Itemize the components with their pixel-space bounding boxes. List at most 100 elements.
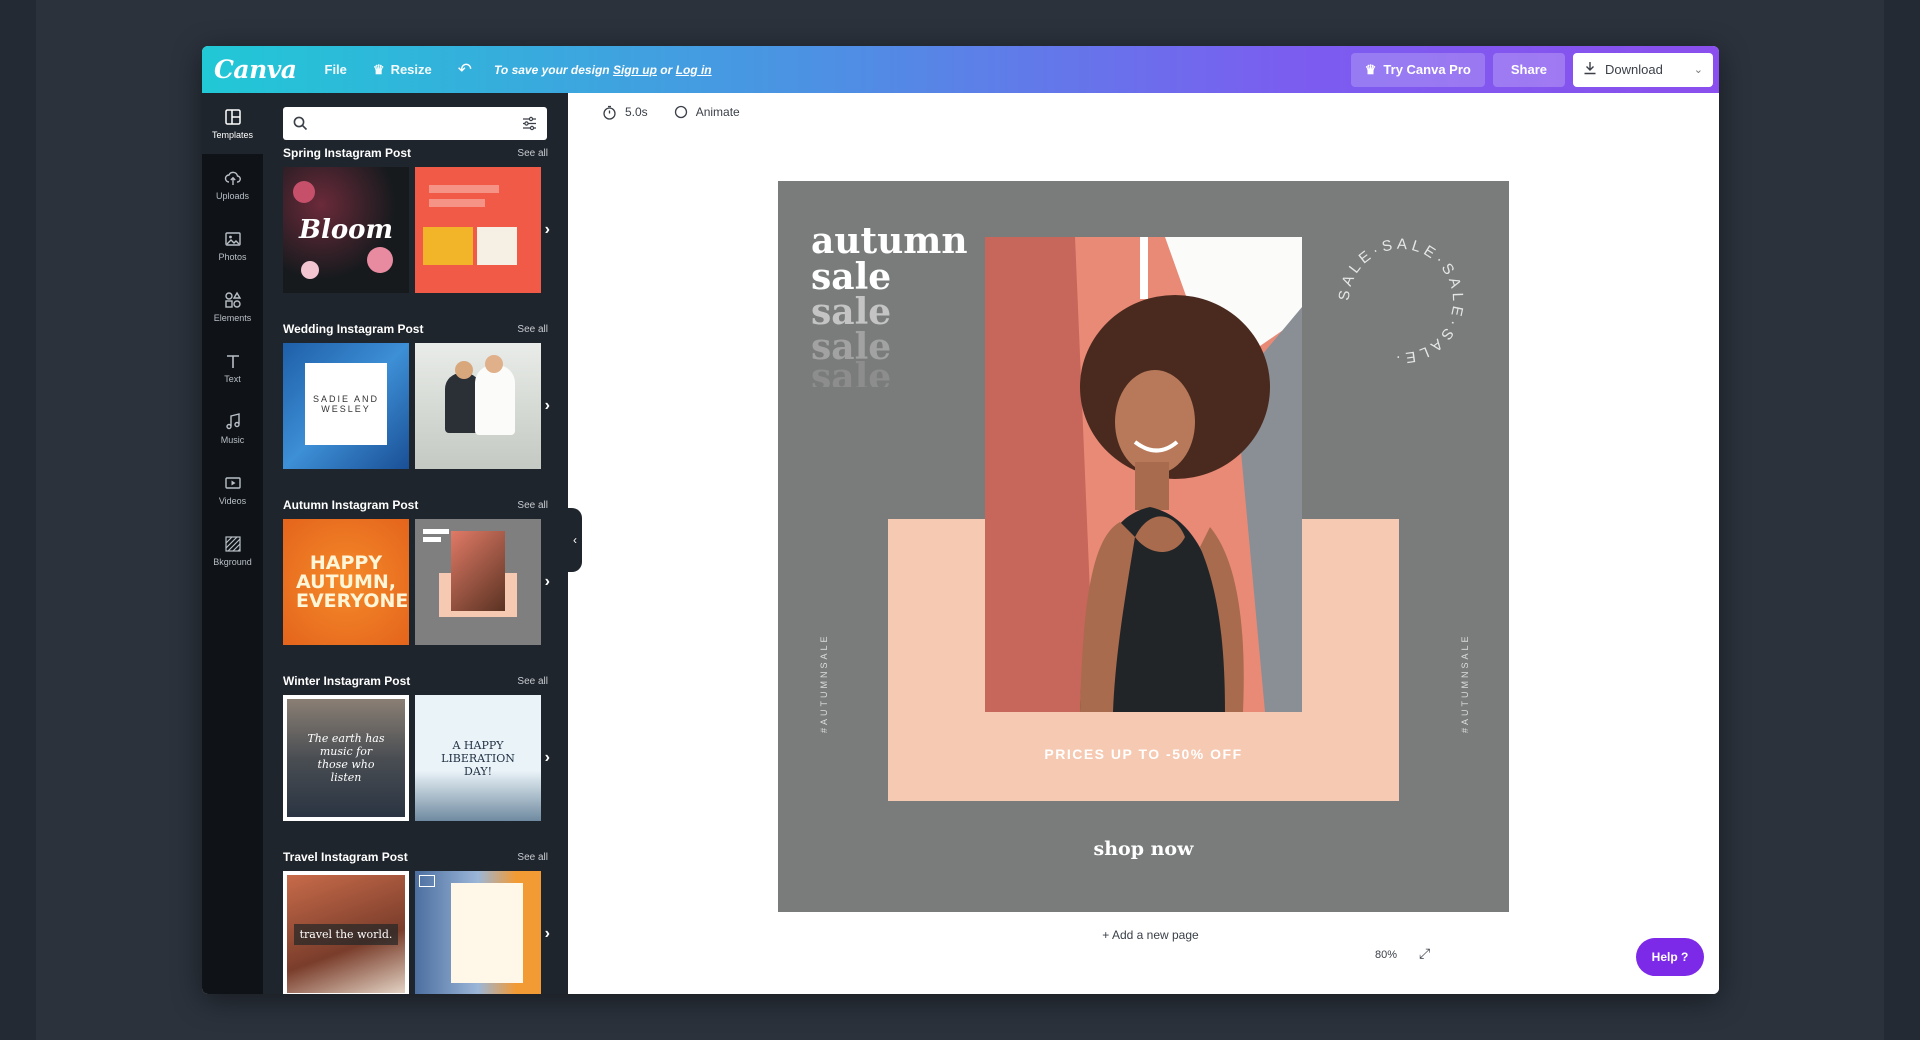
download-button[interactable]: Download ⌄ [1573,52,1713,87]
rail-label: Templates [211,129,254,140]
rail-label: Text [224,373,241,384]
rail-label: Elements [213,312,252,323]
template-thumb[interactable]: The earth has music for those who listen [283,695,409,821]
download-icon [1583,61,1597,78]
section-title: Winter Instagram Post [283,674,411,688]
vertical-hashtag-left[interactable]: #AUTUMNSALE [819,633,829,733]
sign-up-link[interactable]: Sign up [613,63,657,77]
canva-editor-window: Canva File ♛ Resize ↶ To save your desig… [202,46,1719,994]
resize-label: Resize [390,62,432,77]
rail-label: Photos [218,251,247,262]
section-title: Autumn Instagram Post [283,498,419,512]
template-thumb[interactable] [415,343,541,469]
duration-button[interactable]: 5.0s [602,105,648,120]
rail-label: Uploads [215,190,250,201]
undo-icon[interactable]: ↶ [458,60,472,80]
see-all-link[interactable]: See all [517,148,548,159]
chevron-right-icon[interactable]: › [545,925,550,943]
file-menu[interactable]: File [325,62,347,77]
timer-icon [603,105,616,120]
save-prefix: To save your design [494,62,610,77]
save-or: or [660,62,673,77]
model-photo[interactable] [985,237,1302,712]
section-title: Travel Instagram Post [283,850,408,864]
fullscreen-expand-icon[interactable]: ⤢ [1419,945,1430,962]
thumb-text: Bloom [298,215,394,245]
rail-item-music[interactable]: Music [202,398,263,459]
template-thumb[interactable]: SADIE AND WESLEY [283,343,409,469]
canva-logo[interactable]: Canva [214,55,297,84]
save-message: To save your design Sign up or Log in [494,63,712,77]
chevron-right-icon[interactable]: › [545,397,550,415]
template-thumb[interactable] [415,871,541,994]
download-label: Download [1605,62,1663,77]
section-winter: Winter Instagram Post See all The earth … [283,673,550,821]
thumb-text: The earth has music for those who listen [307,732,385,784]
photo-icon [224,231,241,246]
rail-item-videos[interactable]: Videos [202,459,263,520]
chevron-right-icon[interactable]: › [545,749,550,767]
shop-now-text[interactable]: shop now [778,838,1509,860]
try-pro-label: Try Canva Pro [1383,62,1471,77]
duration-label: 5.0s [625,105,648,119]
rail-item-elements[interactable]: Elements [202,276,263,337]
price-text[interactable]: PRICES UP TO -50% OFF [888,746,1399,762]
template-thumb[interactable] [415,519,541,645]
section-autumn: Autumn Instagram Post See all HAPPY AUTU… [283,497,550,645]
template-search [283,107,547,140]
design-page[interactable]: autumn sale sale sale sale SALE·SALE·SAL… [778,181,1509,912]
chevron-right-icon[interactable]: › [545,221,550,239]
collapse-panel-button[interactable]: ‹ [568,508,582,572]
filter-sliders-icon[interactable] [522,116,537,131]
headline-sale[interactable]: sale [811,259,891,295]
rail-label: Music [220,434,245,445]
see-all-link[interactable]: See all [517,324,548,335]
rail-item-templates[interactable]: Templates [202,93,263,154]
try-canva-pro-button[interactable]: ♛ Try Canva Pro [1350,52,1485,87]
animate-button[interactable]: Animate [674,105,740,119]
see-all-link[interactable]: See all [517,500,548,511]
thumb-text: HAPPY AUTUMN, EVERYONE! [296,551,409,612]
template-thumb[interactable]: travel the world. [283,871,409,994]
headline-sale-faded-1[interactable]: sale [811,294,891,330]
zoom-level[interactable]: 80% [1375,949,1397,961]
see-all-link[interactable]: See all [517,852,548,863]
backdrop-left [0,0,36,1040]
template-thumb[interactable]: A HAPPY LIBERATION DAY! [415,695,541,821]
music-note-icon [225,412,240,429]
section-title: Wedding Instagram Post [283,322,424,336]
share-button[interactable]: Share [1492,52,1565,87]
headline-autumn[interactable]: autumn [811,223,968,259]
help-button[interactable]: Help ? [1636,938,1704,976]
log-in-link[interactable]: Log in [676,63,712,77]
crown-icon: ♛ [1364,61,1377,77]
section-title: Spring Instagram Post [283,146,412,160]
resize-button[interactable]: ♛ Resize [373,62,432,78]
thumb-text: SADIE AND WESLEY [313,394,380,414]
see-all-link[interactable]: See all [517,676,548,687]
vertical-hashtag-right[interactable]: #AUTUMNSALE [1460,633,1470,733]
top-bar: Canva File ♛ Resize ↶ To save your desig… [202,46,1719,93]
shapes-icon [224,291,241,308]
template-thumb[interactable] [415,167,541,293]
template-thumb[interactable]: HAPPY AUTUMN, EVERYONE! [283,519,409,645]
thumb-text: travel the world. [293,923,399,945]
search-input[interactable] [316,108,514,139]
add-new-page-button[interactable]: + Add a new page [582,928,1719,942]
sale-ring-badge[interactable]: SALE·SALE·SALE·SALE· [1331,231,1471,371]
rail-item-background[interactable]: Bkground [202,520,263,581]
chevron-down-icon[interactable]: ⌄ [1694,63,1703,76]
chevron-right-icon[interactable]: › [545,573,550,591]
template-thumb[interactable]: Bloom [283,167,409,293]
section-wedding: Wedding Instagram Post See all SADIE AND… [283,321,550,469]
rail-item-text[interactable]: Text [202,337,263,398]
video-icon [224,476,241,489]
rail-item-uploads[interactable]: Uploads [202,154,263,215]
animate-label: Animate [695,105,740,119]
rail-label: Bkground [213,556,252,567]
rail-item-photos[interactable]: Photos [202,215,263,276]
canvas-area: autumn sale sale sale sale SALE·SALE·SAL… [582,131,1719,994]
ring-text: SALE·SALE·SALE·SALE· [1336,236,1463,367]
headline-sale-faded-3[interactable]: sale [811,359,891,387]
background-stripes-icon [224,535,241,552]
